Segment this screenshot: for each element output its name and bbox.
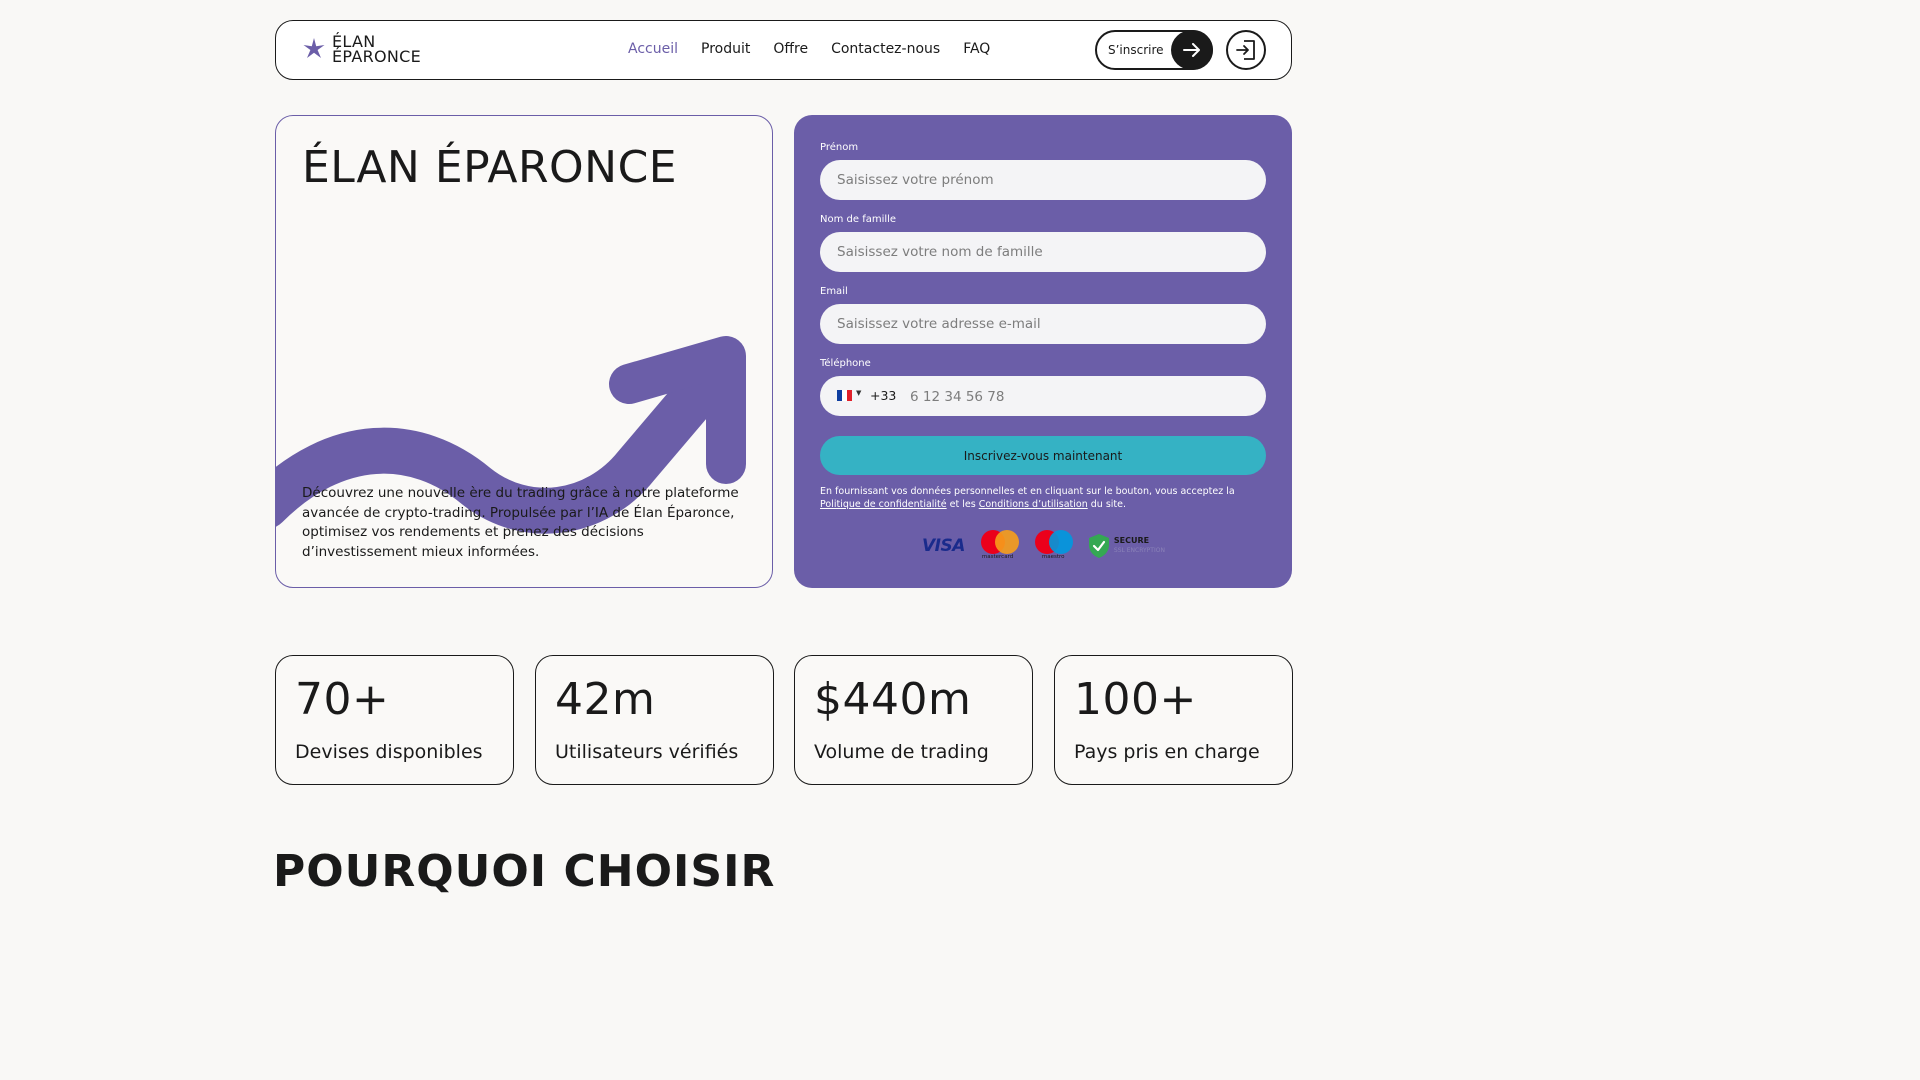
login-button[interactable] [1226,30,1266,70]
phone-field-wrapper: ▼ +33 [820,376,1266,418]
stat-label: Utilisateurs vérifiés [555,741,739,763]
stat-value: 100+ [1074,674,1197,725]
stat-value: 70+ [295,674,390,725]
logo-text: ÉLAN ÉPARONCE [332,34,422,66]
maestro-label: maestro [1041,554,1065,560]
visa-logo-icon: VISA [922,536,965,556]
nav-item-contact[interactable]: Contactez-nous [831,41,940,57]
stat-label: Volume de trading [814,741,989,763]
stat-value: $440m [814,674,972,725]
star-logo-icon [303,38,325,58]
login-icon [1236,40,1255,60]
stat-label: Devises disponibles [295,741,483,763]
privacy-policy-link[interactable]: Politique de confidentialité [820,499,947,510]
maestro-logo-icon: maestro [1034,530,1075,562]
nav-item-accueil[interactable]: Accueil [628,41,678,57]
stat-label: Pays pris en charge [1074,741,1260,763]
phone-dial-code: +33 [870,388,897,403]
last-name-label: Nom de famille [820,214,897,225]
stat-card: 70+ Devises disponibles [275,655,514,785]
terms-link[interactable]: Conditions d’utilisation [979,499,1088,510]
legal-prefix: En fournissant vos données personnelles … [820,486,1235,497]
nav-item-produit[interactable]: Produit [701,41,750,57]
secure-ssl-badge: SECURE SSL ENCRYPTION [1087,533,1165,559]
email-field[interactable] [820,304,1266,344]
arrow-right-icon [1171,30,1213,70]
chevron-down-icon[interactable]: ▼ [856,389,861,397]
shield-check-icon [1088,534,1109,558]
stat-card: 100+ Pays pris en charge [1054,655,1293,785]
stat-card: $440m Volume de trading [794,655,1033,785]
stat-card: 42m Utilisateurs vérifiés [535,655,774,785]
legal-middle: et les [949,499,976,510]
first-name-label: Prénom [820,142,859,153]
first-name-field[interactable] [820,160,1266,200]
main-nav: Accueil Produit Offre Contactez-nous FAQ [628,41,1013,57]
phone-field[interactable] [902,376,1262,418]
hero-card: ÉLAN ÉPARONCE Découvrez une nouvelle ère… [275,115,773,588]
stat-value: 42m [555,674,656,725]
nav-item-faq[interactable]: FAQ [963,41,990,57]
legal-suffix: du site. [1090,499,1127,510]
mastercard-logo-icon: mastercard [980,530,1021,562]
signup-button[interactable]: S’inscrire [1095,30,1213,70]
why-choose-heading: POURQUOI CHOISIR [273,846,776,897]
site-header: ÉLAN ÉPARONCE Accueil Produit Offre Cont… [275,20,1292,80]
secure-label: SECURE [1113,536,1150,545]
logo[interactable]: ÉLAN ÉPARONCE [302,34,422,66]
phone-label: Téléphone [820,358,871,369]
mastercard-label: mastercard [981,554,1014,560]
legal-notice: En fournissant vos données personnelles … [820,485,1266,511]
hero-description: Découvrez une nouvelle ère du trading gr… [302,485,739,560]
payment-badges: VISA mastercard maestro SECURE SSL ENCRY… [922,530,1165,562]
submit-button[interactable]: Inscrivez-vous maintenant [820,436,1266,475]
last-name-field[interactable] [820,232,1266,272]
hero-title: ÉLAN ÉPARONCE [302,142,678,193]
signup-label: S’inscrire [1108,43,1164,57]
logo-line2: ÉPARONCE [332,47,422,66]
signup-form: Prénom Nom de famille Email Téléphone ▼ … [794,115,1292,588]
nav-item-offre[interactable]: Offre [773,41,808,57]
france-flag-icon[interactable] [837,390,852,401]
email-label: Email [820,286,848,297]
ssl-label: SSL ENCRYPTION [1113,547,1165,554]
